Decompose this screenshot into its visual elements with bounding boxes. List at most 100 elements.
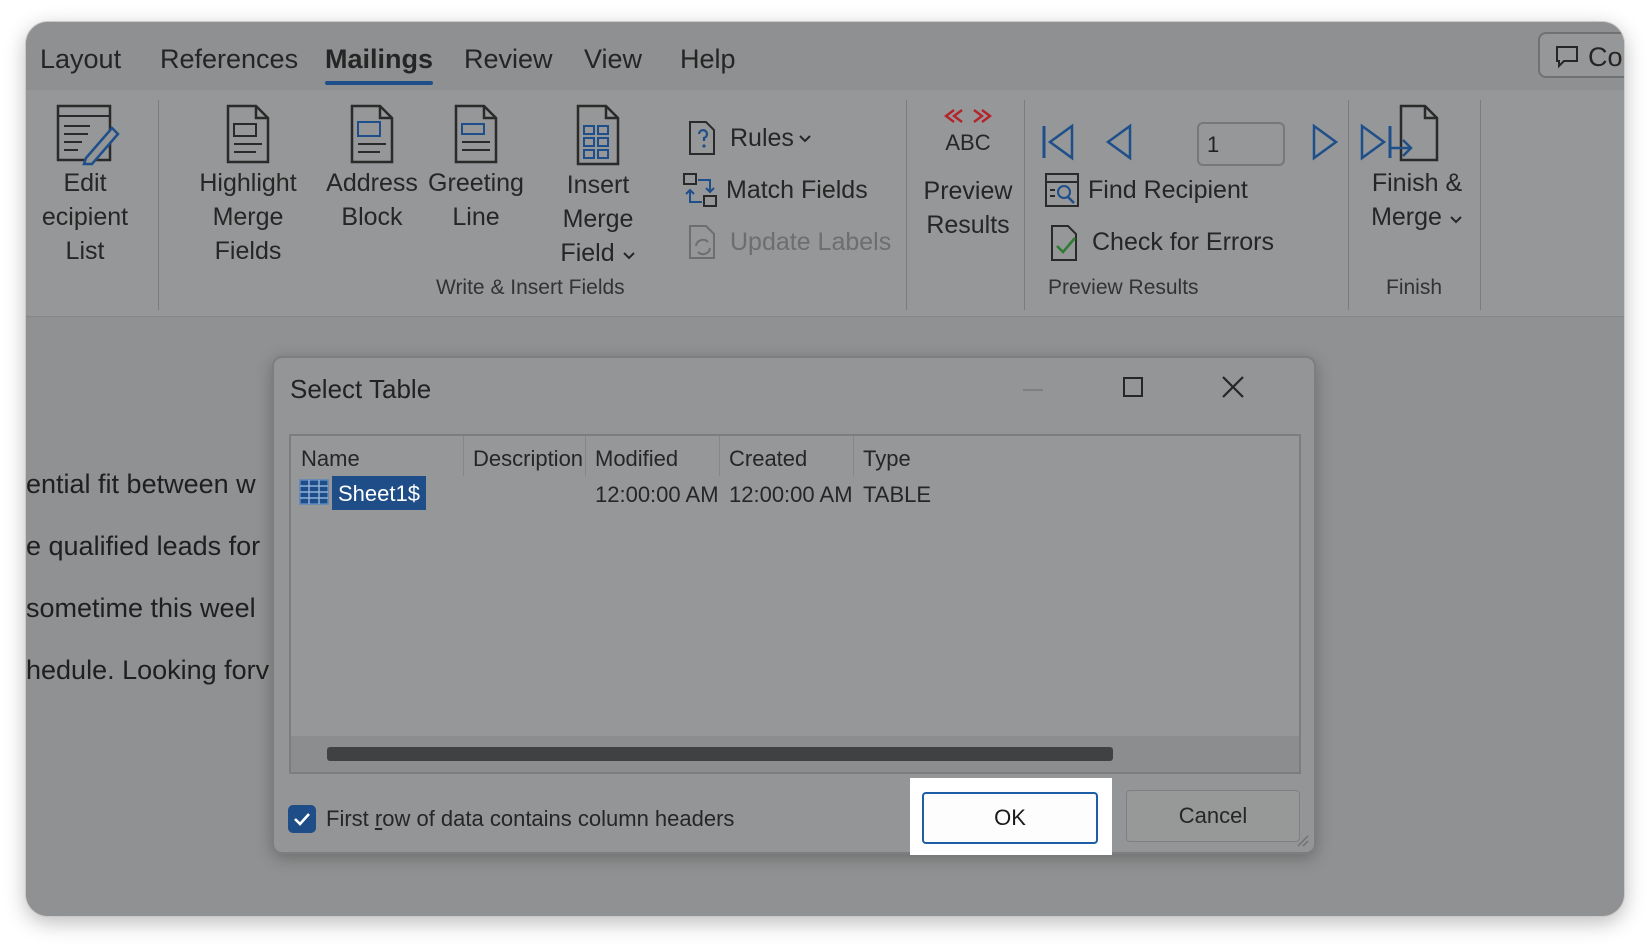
tab-view[interactable]: View [584, 44, 642, 75]
record-number-input[interactable]: 1 [1197, 122, 1285, 166]
comment-icon [1556, 46, 1578, 69]
preview-results-button[interactable]: ABC Preview Results [918, 104, 1018, 242]
match-fields-icon [683, 173, 717, 207]
address-line2: Block [341, 203, 403, 231]
highlight-line2: Merge Fields [212, 203, 284, 265]
greeting-line2: Line [452, 203, 500, 231]
edit-recipient-line2: ecipient List [41, 203, 129, 265]
close-icon[interactable] [1210, 368, 1256, 408]
column-divider[interactable] [585, 436, 586, 476]
dialog-title: Select Table [290, 374, 432, 404]
address-block-icon [350, 104, 394, 164]
tab-mailings[interactable]: Mailings [325, 44, 434, 85]
tab-layout[interactable]: Layout [40, 44, 121, 75]
select-table-dialog: Select Table Name Description Modified C… [272, 356, 1316, 855]
column-header-created[interactable]: Created [729, 446, 807, 472]
write-insert-group-label: Write & Insert Fields [436, 276, 625, 299]
check-for-errors-button[interactable]: Check for Errors [1048, 224, 1308, 264]
group-separator [1480, 100, 1481, 310]
finish-line1: Finish & [1371, 169, 1463, 197]
horizontal-scrollbar[interactable] [291, 736, 1299, 772]
row-type-cell: TABLE [863, 482, 932, 507]
match-fields-button[interactable]: Match Fields [682, 172, 882, 210]
first-record-icon[interactable] [1038, 122, 1078, 162]
table-row[interactable]: Sheet1$ [299, 476, 426, 510]
insert-merge-field-icon [576, 104, 620, 166]
check-errors-icon [1051, 225, 1077, 261]
ok-highlight: OK [910, 778, 1112, 855]
row-name-cell: Sheet1$ [332, 476, 426, 510]
ribbon-tabs: Layout References Mailings Review View H… [26, 22, 1624, 90]
ok-button[interactable]: OK [922, 792, 1098, 844]
rules-icon [689, 121, 715, 155]
column-divider[interactable] [463, 436, 464, 476]
document-text-line: ential fit between w [26, 469, 256, 499]
comments-button[interactable]: Co [1538, 32, 1624, 78]
column-divider[interactable] [853, 436, 854, 476]
previous-record-icon[interactable] [1102, 122, 1138, 162]
minimize-icon[interactable] [1010, 368, 1056, 408]
group-separator [1024, 100, 1025, 310]
comments-label: Co [1588, 42, 1623, 72]
rules-label: Rules [730, 124, 794, 152]
preview-line1: Preview [923, 177, 1013, 205]
checkmark-icon [294, 813, 310, 826]
cancel-button[interactable]: Cancel [1126, 790, 1300, 842]
tab-review[interactable]: Review [464, 44, 553, 75]
update-labels-button[interactable]: Update Labels [686, 224, 906, 262]
column-header-name[interactable]: Name [301, 446, 360, 472]
chevron-down-icon [1450, 216, 1462, 224]
match-fields-label: Match Fields [726, 176, 868, 204]
tab-help[interactable]: Help [680, 44, 736, 75]
next-record-icon[interactable] [1306, 122, 1342, 162]
row-modified-cell: 12:00:00 AM [595, 482, 719, 507]
address-line1: Address [326, 169, 418, 197]
table-icon [299, 479, 329, 505]
greeting-line-icon [454, 104, 498, 164]
finish-merge-icon [1389, 104, 1439, 162]
document-text-line: sometime this weel [26, 593, 256, 623]
address-block-button[interactable]: Address Block [324, 102, 420, 234]
tab-references[interactable]: References [160, 44, 298, 75]
chevron-down-icon [622, 252, 635, 260]
maximize-icon[interactable] [1110, 368, 1156, 408]
rules-button[interactable]: Rules [686, 120, 826, 158]
update-labels-icon [689, 225, 715, 259]
mailings-ribbon: Edit ecipient List Highlight Merge Field… [26, 90, 1624, 317]
highlight-fields-icon [226, 104, 270, 164]
insert-merge-field-button[interactable]: Insert Merge Field [530, 102, 666, 270]
resize-grip-icon[interactable] [1294, 832, 1310, 848]
group-separator [158, 100, 159, 310]
group-separator [906, 100, 907, 310]
update-labels-label: Update Labels [730, 228, 892, 256]
finish-merge-button[interactable]: Finish & Merge [1362, 102, 1472, 234]
greeting-line-button[interactable]: Greeting Line [426, 102, 526, 234]
finish-group-label: Finish [1386, 276, 1443, 299]
group-separator [1348, 100, 1349, 310]
document-text-line: hedule. Looking forv [26, 655, 270, 685]
scrollbar-thumb[interactable] [327, 747, 1113, 761]
table-list[interactable]: Name Description Modified Created Type S… [289, 434, 1301, 774]
finish-line2: Merge [1362, 200, 1472, 234]
edit-recipient-list-button[interactable]: Edit ecipient List [26, 102, 144, 268]
column-header-type[interactable]: Type [863, 446, 911, 472]
insert-merge-line2: Field [530, 236, 666, 270]
abc-label: ABC [945, 130, 991, 155]
chevron-down-icon [799, 135, 811, 143]
find-recipient-label: Find Recipient [1088, 176, 1248, 204]
column-header-description[interactable]: Description [473, 446, 583, 472]
highlight-merge-fields-button[interactable]: Highlight Merge Fields [176, 102, 320, 268]
edit-recipient-line1: Edit [63, 169, 107, 197]
column-header-modified[interactable]: Modified [595, 446, 678, 472]
find-recipient-button[interactable]: Find Recipient [1044, 172, 1284, 210]
column-divider[interactable] [719, 436, 720, 476]
preview-results-group-label: Preview Results [1048, 276, 1199, 299]
insert-merge-line1: Insert Merge [562, 171, 634, 233]
edit-list-icon [56, 104, 120, 166]
first-row-headers-label: First row of data contains column header… [326, 806, 735, 831]
check-for-errors-label: Check for Errors [1092, 228, 1274, 256]
first-row-headers-checkbox[interactable] [288, 805, 316, 833]
document-text-line: e qualified leads for [26, 531, 261, 561]
preview-chevrons-icon [944, 109, 992, 123]
highlight-line1: Highlight [199, 169, 297, 197]
